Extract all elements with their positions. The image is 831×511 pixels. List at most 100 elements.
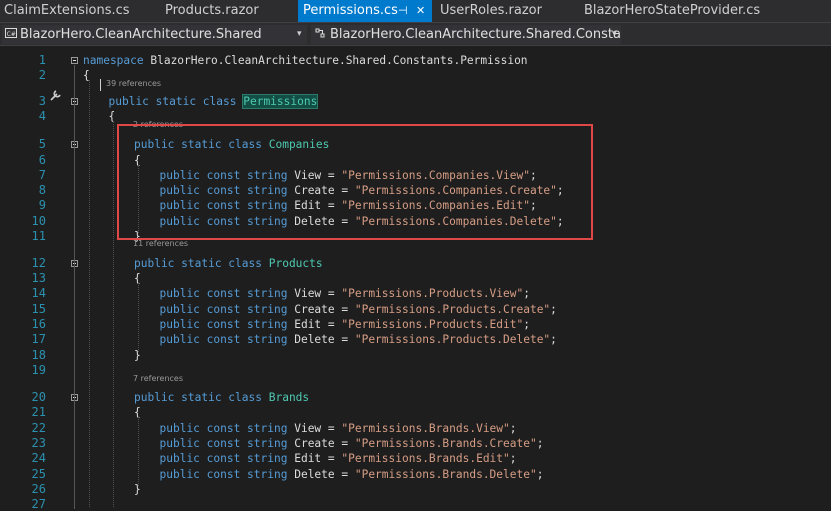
highlight-box bbox=[117, 124, 593, 240]
project-name: BlazorHero.CleanArchitecture.Shared bbox=[20, 27, 262, 42]
code-line: public const string Delete = "Permission… bbox=[160, 333, 557, 346]
token-ty: Permissions bbox=[242, 94, 319, 109]
line-number: 1 bbox=[38, 53, 46, 67]
code-line: public const string Create = "Permission… bbox=[160, 303, 557, 316]
tab-label: BlazorHeroStateProvider.cs bbox=[584, 3, 761, 18]
line-number: 5 bbox=[38, 137, 46, 151]
token-text: Create = bbox=[287, 303, 355, 316]
token-text: ; bbox=[550, 303, 557, 316]
text-cursor bbox=[100, 79, 101, 91]
tab-blazorherostateprovider[interactable]: BlazorHeroStateProvider.cs bbox=[584, 0, 784, 22]
token-text: ; bbox=[523, 287, 530, 300]
line-number: 9 bbox=[38, 198, 46, 212]
line-number: 23 bbox=[31, 436, 46, 450]
document-tab-bar: ClaimExtensions.cs Products.razor Permis… bbox=[0, 0, 831, 22]
line-number: 15 bbox=[31, 302, 46, 316]
token-kw: public const string bbox=[159, 437, 288, 450]
token-text: { bbox=[108, 110, 116, 123]
token-text: Edit = bbox=[287, 452, 342, 465]
token-text: ; bbox=[536, 468, 544, 481]
token-kw: public const string bbox=[159, 287, 288, 300]
chevron-down-icon: ▾ bbox=[297, 29, 302, 39]
token-text: Create = bbox=[287, 437, 355, 450]
references-codelens[interactable]: 7 references bbox=[133, 374, 183, 383]
token-text: BlazorHero.CleanArchitecture.Shared.Cons… bbox=[143, 54, 528, 67]
chevron-down-icon: ▾ bbox=[612, 29, 617, 39]
token-kw: public const string bbox=[159, 333, 288, 346]
code-line: { bbox=[109, 110, 116, 123]
code-editor[interactable]: 1 2 3 4 5 6 7 8 9 10 11 12 13 14 15 16 17 18 19 20 21 22 23 24 2… bbox=[0, 46, 831, 511]
line-number: 10 bbox=[31, 214, 46, 228]
token-str: "Permissions.Products.View" bbox=[341, 287, 524, 300]
indent-guide bbox=[138, 283, 139, 352]
type-name: BlazorHero.CleanArchitecture.Shared.Cons… bbox=[330, 27, 621, 42]
line-number: 21 bbox=[31, 405, 46, 419]
tab-label: Permissions.cs bbox=[303, 3, 398, 18]
code-line: public const string View = "Permissions.… bbox=[160, 287, 530, 300]
tab-claimextensions[interactable]: ClaimExtensions.cs bbox=[4, 0, 154, 22]
tab-label: ClaimExtensions.cs bbox=[4, 3, 130, 18]
token-kw: public const string bbox=[159, 318, 288, 331]
fold-line bbox=[74, 106, 75, 509]
token-kw: public static class bbox=[134, 391, 262, 404]
token-text: ; bbox=[536, 437, 544, 450]
token-kw: public static class bbox=[108, 95, 237, 108]
token-str: "Permissions.Products.Delete" bbox=[354, 333, 551, 346]
token-text: Delete = bbox=[287, 333, 355, 346]
token-kw: public const string bbox=[159, 303, 288, 316]
tab-label: UserRoles.razor bbox=[440, 3, 542, 18]
code-line: public static class Brands bbox=[134, 391, 309, 404]
project-dropdown[interactable]: C# BlazorHero.CleanArchitecture.Shared ▾ bbox=[2, 25, 307, 44]
line-number: 8 bbox=[38, 183, 46, 197]
token-kw: public const string bbox=[159, 468, 288, 481]
close-icon[interactable]: ✕ bbox=[416, 0, 425, 22]
navigation-bar: C# BlazorHero.CleanArchitecture.Shared ▾… bbox=[0, 22, 831, 46]
tab-label: Products.razor bbox=[165, 3, 259, 18]
type-dropdown[interactable]: BlazorHero.CleanArchitecture.Shared.Cons… bbox=[311, 25, 621, 44]
line-number: 13 bbox=[31, 271, 46, 285]
pin-icon[interactable]: ⊣ bbox=[398, 0, 408, 22]
line-number: 26 bbox=[31, 482, 46, 496]
token-text: View = bbox=[287, 287, 342, 300]
token-str: "Permissions.Brands.View" bbox=[341, 422, 510, 435]
line-number: 7 bbox=[38, 168, 46, 182]
token-text: ; bbox=[523, 318, 530, 331]
tab-permissions-active[interactable]: Permissions.cs ⊣ ✕ bbox=[298, 0, 432, 22]
token-text: ; bbox=[509, 452, 517, 465]
line-number: 4 bbox=[38, 109, 46, 123]
token-text: View = bbox=[287, 422, 342, 435]
token-text: Delete = bbox=[287, 468, 355, 481]
line-number: 17 bbox=[31, 332, 46, 346]
tab-userroles-razor[interactable]: UserRoles.razor bbox=[440, 0, 570, 22]
collapse-toggle[interactable] bbox=[71, 57, 78, 64]
tab-products-razor[interactable]: Products.razor bbox=[165, 0, 295, 22]
token-str: "Permissions.Products.Create" bbox=[354, 303, 551, 316]
indent-guide bbox=[138, 417, 139, 486]
svg-text:C#: C# bbox=[7, 31, 16, 38]
code-line: public const string Create = "Permission… bbox=[160, 437, 544, 450]
code-line: public const string Edit = "Permissions.… bbox=[160, 318, 530, 331]
line-number: 12 bbox=[31, 256, 46, 270]
code-line: namespace BlazorHero.CleanArchitecture.S… bbox=[83, 54, 528, 67]
line-number: 6 bbox=[38, 153, 46, 167]
token-ty: Products bbox=[268, 257, 323, 270]
token-kw: public static class bbox=[134, 257, 262, 270]
token-str: "Permissions.Brands.Delete" bbox=[354, 468, 537, 481]
line-number: 24 bbox=[31, 451, 46, 465]
indent-guide bbox=[89, 80, 90, 507]
token-text: Edit = bbox=[287, 318, 342, 331]
line-number: 19 bbox=[31, 363, 46, 377]
token-kw: public const string bbox=[159, 452, 288, 465]
token-str: "Permissions.Products.Edit" bbox=[341, 318, 524, 331]
wrench-icon[interactable] bbox=[48, 87, 64, 103]
csharp-project-icon: C# bbox=[5, 28, 17, 38]
code-line: public const string Edit = "Permissions.… bbox=[160, 452, 517, 465]
line-number: 22 bbox=[31, 421, 46, 435]
code-line: public const string Delete = "Permission… bbox=[160, 468, 544, 481]
line-number: 14 bbox=[31, 286, 46, 300]
line-number: 11 bbox=[31, 229, 46, 243]
references-codelens[interactable]: 11 references bbox=[133, 239, 188, 248]
token-kw: namespace bbox=[83, 54, 144, 67]
line-number: 3 bbox=[38, 94, 46, 108]
references-codelens[interactable]: 39 references bbox=[106, 79, 161, 88]
